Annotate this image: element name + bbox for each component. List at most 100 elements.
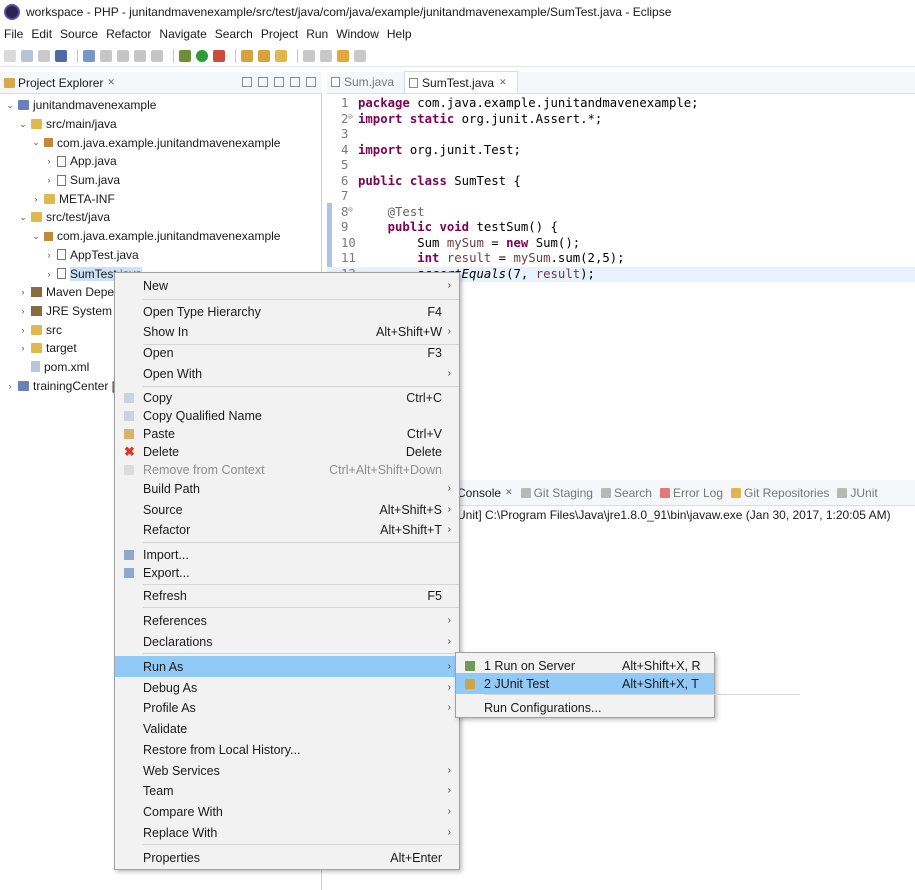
chevron-right-icon[interactable]: ›: [43, 269, 55, 279]
back-icon[interactable]: [337, 49, 349, 62]
collapse-all-icon[interactable]: [242, 77, 252, 87]
terminate-icon[interactable]: [134, 49, 146, 62]
run-icon[interactable]: [196, 49, 208, 62]
chevron-down-icon[interactable]: ⌄: [4, 100, 16, 111]
chevron-right-icon[interactable]: ›: [43, 250, 55, 260]
menu-item-open-type-hierarchy[interactable]: Open Type Hierarchy F4: [115, 301, 459, 322]
chevron-down-icon[interactable]: ⌄: [30, 137, 42, 148]
java-file-icon: [331, 77, 340, 87]
tab-sum-java[interactable]: Sum.java: [327, 71, 404, 93]
menu-item-junit-test[interactable]: 2 JUnit Test Alt+Shift+X, T: [456, 673, 714, 694]
new-icon[interactable]: [4, 49, 16, 62]
menu-help[interactable]: Help: [387, 27, 412, 41]
menu-item-refactor[interactable]: Refactor Alt+Shift+T ›: [115, 519, 459, 540]
tab-git-staging[interactable]: Git Staging: [520, 486, 593, 500]
chevron-right-icon[interactable]: ›: [4, 381, 16, 391]
menu-item-properties[interactable]: Properties Alt+Enter: [115, 847, 459, 868]
external-tools-icon[interactable]: [213, 49, 225, 62]
menu-source[interactable]: Source: [60, 27, 98, 41]
step-icon[interactable]: [151, 49, 163, 62]
view-menu-icon[interactable]: [274, 77, 284, 87]
tree-item-src-main-java[interactable]: ⌄ src/main/java: [0, 115, 322, 134]
menu-item-run-configurations[interactable]: Run Configurations...: [456, 697, 714, 718]
link-with-editor-icon[interactable]: [258, 77, 268, 87]
menu-item-source[interactable]: Source Alt+Shift+S ›: [115, 499, 459, 520]
tab-sumtest-java[interactable]: SumTest.java ✕: [404, 71, 518, 93]
tree-item-package-test[interactable]: ⌄ com.java.example.junitandmavenexample: [0, 227, 322, 246]
tree-item-meta-inf[interactable]: › META-INF: [0, 189, 322, 208]
close-icon[interactable]: ✕: [505, 487, 513, 498]
chevron-right-icon[interactable]: ›: [17, 287, 29, 297]
menu-item-validate[interactable]: Validate: [115, 718, 459, 739]
menu-item-compare-with[interactable]: Compare With ›: [115, 801, 459, 822]
chevron-right-icon[interactable]: ›: [43, 175, 55, 185]
chevron-down-icon[interactable]: ⌄: [17, 119, 29, 130]
code-area[interactable]: 1 package com.java.example.junitandmaven…: [327, 96, 915, 282]
tab-error-log[interactable]: Error Log: [659, 486, 723, 500]
menu-item-run-as[interactable]: Run As ›: [115, 656, 459, 677]
menu-item-restore-local-history[interactable]: Restore from Local History...: [115, 739, 459, 760]
new-java-class-icon[interactable]: [258, 49, 270, 62]
close-icon[interactable]: ✕: [107, 77, 115, 88]
chevron-right-icon: ›: [447, 827, 451, 838]
tab-junit[interactable]: JUnit: [837, 486, 878, 500]
open-type-icon[interactable]: [275, 49, 287, 62]
line-number: 1: [341, 96, 349, 110]
minimize-icon[interactable]: [290, 77, 300, 87]
menu-item-refresh[interactable]: Refresh F5: [115, 585, 459, 606]
menu-item-open[interactable]: Open F3: [115, 342, 459, 363]
menu-window[interactable]: Window: [336, 27, 379, 41]
tree-item-apptest-java[interactable]: › AppTest.java: [0, 246, 322, 265]
menu-item-declarations[interactable]: Declarations ›: [115, 631, 459, 652]
tab-console[interactable]: Console ✕: [457, 486, 513, 500]
debug-icon[interactable]: [179, 49, 191, 62]
forward-icon[interactable]: [354, 49, 366, 62]
tree-item-src-test-java[interactable]: ⌄ src/test/java: [0, 208, 322, 227]
chevron-right-icon[interactable]: ›: [17, 343, 29, 353]
tab-search[interactable]: Search: [600, 486, 652, 500]
close-icon[interactable]: ✕: [499, 77, 507, 88]
skip-breakpoints-icon[interactable]: [83, 49, 95, 62]
menu-item-web-services[interactable]: Web Services ›: [115, 760, 459, 781]
tree-item-sum-java[interactable]: › Sum.java: [0, 171, 322, 190]
chevron-right-icon[interactable]: ›: [30, 194, 42, 204]
new-java-package-icon[interactable]: [241, 49, 253, 62]
maximize-icon[interactable]: [306, 77, 316, 87]
menu-item-export[interactable]: Export...: [115, 562, 459, 583]
menu-edit[interactable]: Edit: [31, 27, 52, 41]
previous-annotation-icon[interactable]: [320, 49, 332, 62]
chevron-right-icon[interactable]: ›: [17, 325, 29, 335]
menu-item-open-with[interactable]: Open With ›: [115, 363, 459, 384]
tab-label: Console: [457, 485, 502, 500]
tree-item-package-main[interactable]: ⌄ com.java.example.junitandmavenexample: [0, 133, 322, 152]
chevron-right-icon[interactable]: ›: [43, 156, 55, 166]
project-explorer-tab[interactable]: Project Explorer ✕: [0, 72, 322, 94]
menu-refactor[interactable]: Refactor: [106, 27, 151, 41]
menu-item-team[interactable]: Team ›: [115, 780, 459, 801]
menu-item-remove-from-context[interactable]: Remove from Context Ctrl+Alt+Shift+Down: [115, 459, 459, 480]
terminal-icon[interactable]: [55, 49, 67, 62]
menu-run[interactable]: Run: [306, 27, 328, 41]
next-annotation-icon[interactable]: [303, 49, 315, 62]
save-all-icon[interactable]: [38, 49, 50, 62]
chevron-right-icon[interactable]: ›: [17, 306, 29, 316]
menu-search[interactable]: Search: [215, 27, 253, 41]
menu-item-new[interactable]: New ›: [115, 275, 459, 296]
suspend-icon[interactable]: [117, 49, 129, 62]
tree-item-app-java[interactable]: › App.java: [0, 152, 322, 171]
menu-project[interactable]: Project: [261, 27, 298, 41]
menu-item-references[interactable]: References ›: [115, 610, 459, 631]
chevron-down-icon[interactable]: ⌄: [17, 212, 29, 223]
tree-item-project[interactable]: ⌄ junitandmavenexample: [0, 96, 322, 115]
chevron-down-icon[interactable]: ⌄: [30, 231, 42, 242]
menu-file[interactable]: File: [4, 27, 23, 41]
tab-git-repositories[interactable]: Git Repositories: [731, 486, 829, 500]
menu-navigate[interactable]: Navigate: [159, 27, 206, 41]
menu-item-replace-with[interactable]: Replace With ›: [115, 822, 459, 843]
menu-item-show-in[interactable]: Show In Alt+Shift+W ›: [115, 321, 459, 342]
menu-item-debug-as[interactable]: Debug As ›: [115, 677, 459, 698]
menu-item-build-path[interactable]: Build Path ›: [115, 478, 459, 499]
menu-item-profile-as[interactable]: Profile As ›: [115, 697, 459, 718]
resume-icon[interactable]: [100, 49, 112, 62]
save-icon[interactable]: [21, 49, 33, 62]
